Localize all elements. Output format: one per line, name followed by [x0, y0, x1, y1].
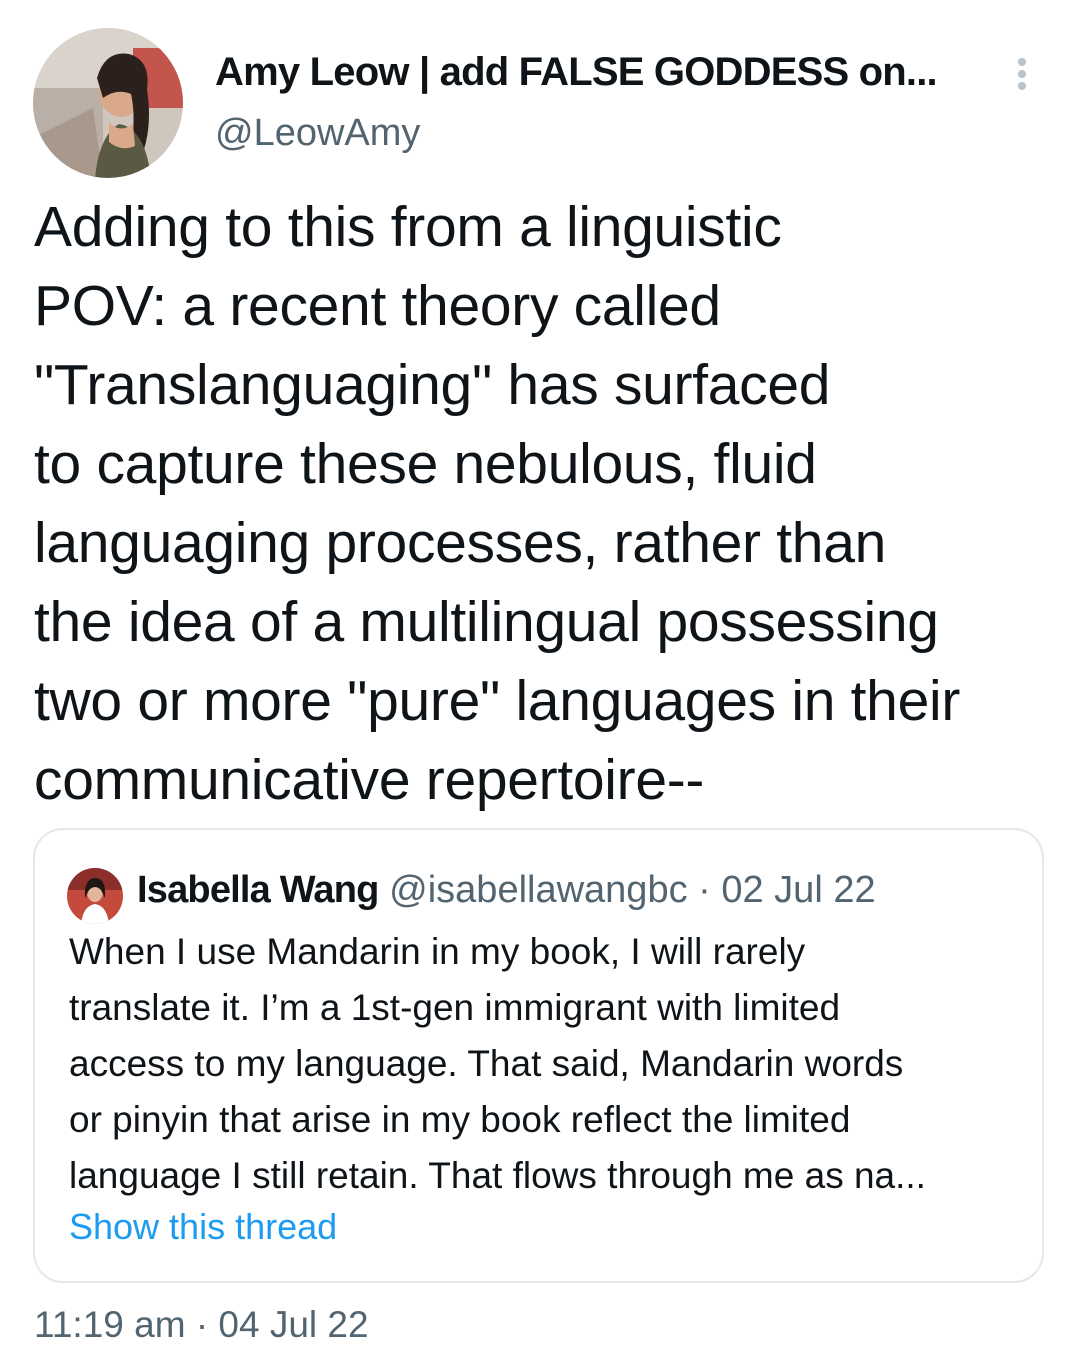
quoted-text-line: access to my language. That said, Mandar…: [69, 1043, 904, 1084]
quoted-tweet-header: Isabella Wang @isabellawangbc · 02 Jul 2…: [137, 866, 876, 914]
tweet-date: 04 Jul 22: [218, 1304, 369, 1345]
tweet-time: 11:19 am: [34, 1304, 186, 1345]
more-dot: [1018, 82, 1026, 90]
quoted-tweet-date[interactable]: 02 Jul 22: [721, 869, 875, 911]
quoted-author-name[interactable]: Isabella Wang: [137, 869, 379, 911]
tweet-text-line: languaging processes, rather than: [34, 511, 887, 575]
tweet-text-line: to capture these nebulous, fluid: [34, 432, 817, 496]
author-avatar-image: [33, 28, 183, 178]
tweet-text-line: Adding to this from a linguistic: [34, 195, 782, 259]
tweet-text: Adding to this from a linguistic POV: a …: [34, 188, 1054, 820]
tweet-text-line: two or more "pure" languages in their: [34, 669, 961, 733]
more-dot: [1018, 70, 1026, 78]
tweet-text-line: "Translanguaging" has surfaced: [34, 353, 831, 417]
author-avatar[interactable]: [33, 28, 183, 178]
separator-dot: ·: [698, 869, 711, 911]
quoted-text-line: or pinyin that arise in my book reflect …: [69, 1099, 851, 1140]
tweet-timestamp[interactable]: 11:19 am · 04 Jul 22: [34, 1304, 369, 1346]
tweet-text-line: the idea of a multilingual possessing: [34, 590, 939, 654]
quoted-text-line: translate it. I’m a 1st-gen immigrant wi…: [69, 987, 841, 1028]
quoted-author-handle[interactable]: @isabellawangbc: [389, 869, 687, 911]
separator-dot: ·: [195, 1304, 209, 1345]
quoted-tweet-text: When I use Mandarin in my book, I will r…: [69, 924, 1019, 1204]
quoted-author-avatar[interactable]: [67, 868, 123, 924]
quoted-author-avatar-image: [67, 868, 123, 924]
author-name[interactable]: Amy Leow | add FALSE GODDESS on...: [215, 50, 975, 95]
show-thread-link[interactable]: Show this thread: [69, 1206, 337, 1248]
quoted-tweet-card[interactable]: Isabella Wang @isabellawangbc · 02 Jul 2…: [33, 828, 1044, 1283]
quoted-text-line: language I still retain. That flows thro…: [69, 1155, 926, 1196]
quoted-text-line: When I use Mandarin in my book, I will r…: [69, 931, 806, 972]
more-options-icon[interactable]: [1008, 54, 1040, 94]
more-dot: [1018, 58, 1026, 66]
author-handle[interactable]: @LeowAmy: [215, 112, 420, 155]
tweet-text-line: POV: a recent theory called: [34, 274, 721, 338]
tweet: Amy Leow | add FALSE GODDESS on... @Leow…: [0, 0, 1080, 1372]
tweet-text-line: communicative repertoire--: [34, 748, 705, 812]
